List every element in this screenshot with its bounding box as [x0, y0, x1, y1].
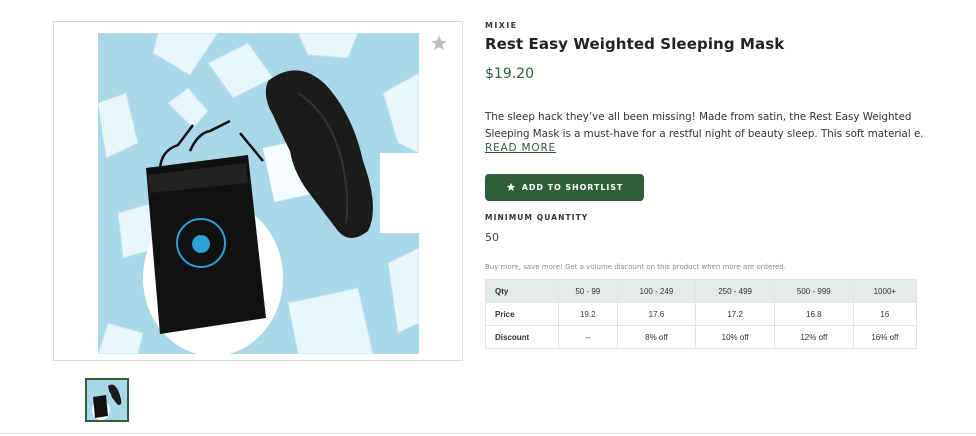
thumbnail-photo: [87, 380, 127, 420]
table-cell: 17.6: [616, 302, 697, 326]
star-icon: [506, 182, 516, 194]
description-line: Sleeping Mask is a must-have for a restf…: [485, 128, 925, 140]
product-image-frame: [53, 21, 463, 361]
table-cell: 10% off: [695, 325, 775, 349]
table-header-cell: 250 - 499: [695, 279, 775, 303]
table-row-label: Price: [485, 302, 559, 326]
product-price: $19.20: [485, 66, 534, 82]
star-icon[interactable]: [430, 34, 448, 52]
product-title: Rest Easy Weighted Sleeping Mask: [485, 35, 785, 53]
description-line: The sleep hack they’ve all been missing!…: [485, 111, 912, 123]
add-to-shortlist-button[interactable]: ADD TO SHORTLIST: [485, 174, 644, 201]
read-more-link[interactable]: READ MORE: [485, 142, 556, 154]
product-image[interactable]: [98, 33, 419, 354]
volume-discount-note: Buy more, save more! Get a volume discou…: [485, 263, 786, 271]
shortlist-button-label: ADD TO SHORTLIST: [521, 183, 624, 192]
table-row: Price 19.2 17.6 17.2 16.8 16: [485, 302, 918, 326]
table-row: Discount -- 8% off 10% off 12% off 16% o…: [485, 325, 918, 349]
table-cell: --: [558, 325, 618, 349]
table-header-cell: 500 - 999: [773, 279, 854, 303]
table-cell: 12% off: [773, 325, 854, 349]
minimum-quantity-value: 50: [485, 231, 499, 244]
table-cell: 8% off: [616, 325, 697, 349]
table-cell: 19.2: [558, 302, 618, 326]
product-photo: [98, 33, 419, 354]
table-header-row: Qty 50 - 99 100 - 249 250 - 499 500 - 99…: [485, 279, 918, 303]
table-cell: 16: [852, 302, 918, 326]
table-header-cell: 1000+: [852, 279, 918, 303]
table-header-cell: Qty: [485, 279, 559, 303]
table-cell: 16% off: [852, 325, 918, 349]
brand-name: MIXIE: [485, 21, 518, 30]
minimum-quantity-label: MINIMUM QUANTITY: [485, 213, 589, 222]
product-thumbnail[interactable]: [85, 378, 129, 422]
table-header-cell: 50 - 99: [558, 279, 618, 303]
divider: [0, 433, 976, 434]
table-header-cell: 100 - 249: [616, 279, 697, 303]
product-description: The sleep hack they’ve all been missing!…: [485, 109, 925, 143]
table-cell: 17.2: [695, 302, 775, 326]
table-row-label: Discount: [485, 325, 559, 349]
table-cell: 16.8: [773, 302, 854, 326]
volume-pricing-table: Qty 50 - 99 100 - 249 250 - 499 500 - 99…: [485, 279, 918, 349]
